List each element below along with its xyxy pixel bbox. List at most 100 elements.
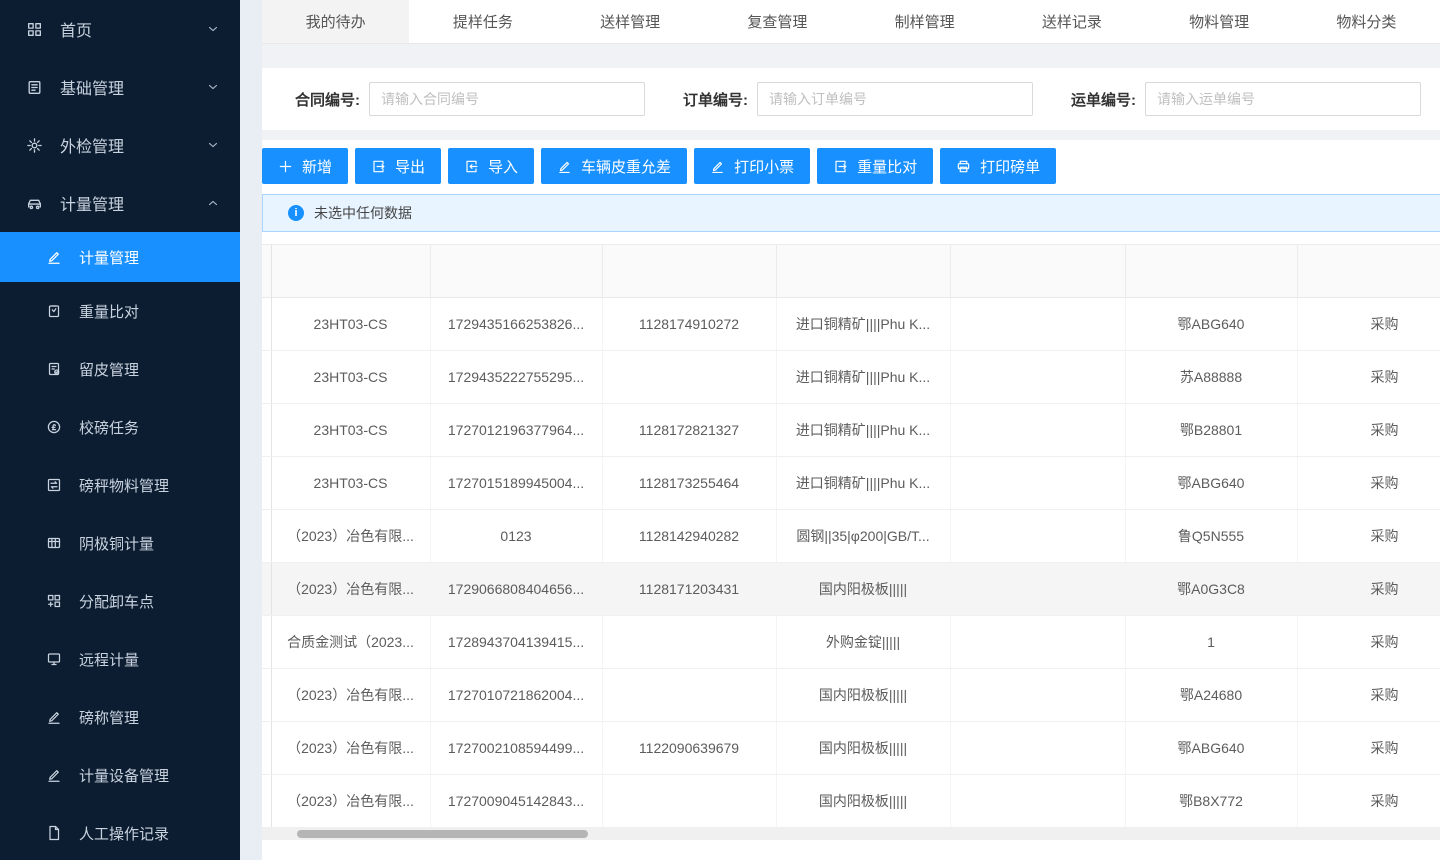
button-label: 打印小票 xyxy=(734,156,794,177)
table-row[interactable]: 合质金测试（2023... 1728943704139415... 外购金锭||… xyxy=(262,615,1440,668)
cell-order-type: 采购 xyxy=(1297,562,1440,615)
print-ticket-button[interactable]: 打印小票 xyxy=(694,148,810,184)
sidebar-item-external-inspection[interactable]: 外检管理 xyxy=(0,116,240,174)
pound-circle-icon xyxy=(46,419,62,435)
sidebar-item-metrology-management-sub[interactable]: 计量管理 xyxy=(0,232,240,282)
sidebar-item-scale-calibration-task[interactable]: 校磅任务 xyxy=(0,398,240,456)
sidebar-item-label: 校磅任务 xyxy=(79,417,220,438)
table-row[interactable]: （2023）冶色有限... 1727010721862004... 国内阳极板|… xyxy=(262,668,1440,721)
nav-tab-label: 送样管理 xyxy=(600,11,660,32)
horizontal-scrollbar-thumb[interactable] xyxy=(297,830,588,838)
sidebar-item-scale-material-management[interactable]: 磅秤物料管理 xyxy=(0,456,240,514)
cell-vehicle-no: 鄂ABG640 xyxy=(1125,721,1297,774)
clipped-column-stub xyxy=(262,615,271,668)
sidebar-item-manual-operation-record[interactable]: 人工操作记录 xyxy=(0,804,240,860)
sidebar-item-label: 计量管理 xyxy=(60,191,206,215)
waybill-no-label: 运单编号: xyxy=(1071,89,1136,110)
column-header[interactable] xyxy=(602,245,776,297)
table-row[interactable]: 23HT03-CS 1727012196377964... 1128172821… xyxy=(262,403,1440,456)
cell-spec xyxy=(950,668,1125,721)
table-row[interactable]: 23HT03-CS 1729435166253826... 1128174910… xyxy=(262,297,1440,350)
sidebar-item-unloading-point-assignment[interactable]: 分配卸车点 xyxy=(0,572,240,630)
column-header[interactable] xyxy=(1125,245,1297,297)
sidebar-item-tare-retention[interactable]: 留皮管理 xyxy=(0,340,240,398)
sidebar-item-scale-management[interactable]: 磅称管理 xyxy=(0,688,240,746)
cell-order-type: 采购 xyxy=(1297,721,1440,774)
contract-no-input[interactable] xyxy=(369,82,645,116)
cell-waybill-no: 1727012196377964... xyxy=(430,403,602,456)
sidebar-item-metrology-management[interactable]: 计量管理 xyxy=(0,174,240,232)
import-button[interactable]: 导入 xyxy=(448,148,534,184)
sidebar-item-label: 留皮管理 xyxy=(79,359,220,380)
add-button[interactable]: 新增 xyxy=(262,148,348,184)
cell-order-no: （2023）冶色有限... xyxy=(271,509,430,562)
info-icon: i xyxy=(288,205,304,221)
table-row[interactable]: （2023）冶色有限... 1727009045142843... 国内阳极板|… xyxy=(262,774,1440,827)
column-header[interactable] xyxy=(271,245,430,297)
clipped-column-stub xyxy=(262,774,271,827)
horizontal-scrollbar[interactable] xyxy=(262,828,1440,840)
column-header[interactable] xyxy=(430,245,602,297)
sidebar-item-basic-management[interactable]: 基础管理 xyxy=(0,58,240,116)
tab-sample-delivery-management[interactable]: 送样管理 xyxy=(557,0,704,43)
column-header[interactable] xyxy=(1297,245,1440,297)
contract-no-label: 合同编号: xyxy=(295,89,360,110)
tab-my-todo[interactable]: 我的待办 xyxy=(262,0,409,43)
document-check-icon xyxy=(46,361,62,377)
sidebar-item-cathode-copper-metrology[interactable]: 阴极铜计量 xyxy=(0,514,240,572)
tab-sampling-task[interactable]: 提样任务 xyxy=(409,0,556,43)
cell-waybill-no: 1729435166253826... xyxy=(430,297,602,350)
weight-compare-button[interactable]: 重量比对 xyxy=(817,148,933,184)
cell-order-type: 采购 xyxy=(1297,615,1440,668)
cell-waybill-no: 1729435222755295... xyxy=(430,350,602,403)
pen-icon xyxy=(46,709,62,725)
data-table-wrap: 23HT03-CS 1729435166253826... 1128174910… xyxy=(262,244,1440,828)
table-row[interactable]: （2023）冶色有限... 0123 1128142940282 圆钢||35|… xyxy=(262,509,1440,562)
clipped-column-stub xyxy=(262,668,271,721)
sidebar-menu: 首页 基础管理 外检管理 计量管理 计量管理 重量比对 留皮管理 校磅任务 磅秤… xyxy=(0,0,240,860)
cell-scale-sheet-no xyxy=(602,615,776,668)
pen-icon xyxy=(46,767,62,783)
cell-order-type: 采购 xyxy=(1297,403,1440,456)
cell-spec xyxy=(950,509,1125,562)
cell-vehicle-no: 鲁Q5N555 xyxy=(1125,509,1297,562)
table-row[interactable]: 23HT03-CS 1729435222755295... 进口铜精矿||||P… xyxy=(262,350,1440,403)
nav-tab-label: 提样任务 xyxy=(453,11,513,32)
sidebar-item-metrology-device-management[interactable]: 计量设备管理 xyxy=(0,746,240,804)
cell-vehicle-no: 鄂ABG640 xyxy=(1125,297,1297,350)
nav-tab-label: 物料分类 xyxy=(1336,11,1396,32)
sidebar-item-label: 计量管理 xyxy=(79,247,220,268)
vehicle-tare-tolerance-button[interactable]: 车辆皮重允差 xyxy=(541,148,687,184)
waybill-no-input[interactable] xyxy=(1145,82,1421,116)
cell-order-no: 23HT03-CS xyxy=(271,297,430,350)
cell-product-name: 圆钢||35|φ200|GB/T... xyxy=(776,509,950,562)
tab-sample-delivery-record[interactable]: 送样记录 xyxy=(998,0,1145,43)
tab-material-category[interactable]: 物料分类 xyxy=(1293,0,1440,43)
sidebar-item-weight-comparison[interactable]: 重量比对 xyxy=(0,282,240,340)
order-no-input[interactable] xyxy=(757,82,1033,116)
sidebar-item-remote-metrology[interactable]: 远程计量 xyxy=(0,630,240,688)
cell-product-name: 进口铜精矿||||Phu K... xyxy=(776,403,950,456)
print-scale-sheet-button[interactable]: 打印磅单 xyxy=(940,148,1056,184)
button-label: 车辆皮重允差 xyxy=(581,156,671,177)
grid-icon xyxy=(26,21,43,38)
sidebar-item-home[interactable]: 首页 xyxy=(0,0,240,58)
column-header[interactable] xyxy=(776,245,950,297)
cell-vehicle-no: 1 xyxy=(1125,615,1297,668)
export-button[interactable]: 导出 xyxy=(355,148,441,184)
clipped-column-stub xyxy=(262,721,271,774)
tab-review-management[interactable]: 复查管理 xyxy=(704,0,851,43)
table-row[interactable]: （2023）冶色有限... 1729066808404656... 112817… xyxy=(262,562,1440,615)
tab-material-management[interactable]: 物料管理 xyxy=(1146,0,1293,43)
clipped-column-stub xyxy=(262,245,271,297)
cell-vehicle-no: 鄂B8X772 xyxy=(1125,774,1297,827)
import-icon xyxy=(464,159,479,174)
table-row[interactable]: 23HT03-CS 1727015189945004... 1128173255… xyxy=(262,456,1440,509)
bottom-filler xyxy=(262,840,1440,860)
tab-sample-preparation-management[interactable]: 制样管理 xyxy=(851,0,998,43)
nav-tab-label: 制样管理 xyxy=(895,11,955,32)
cell-spec xyxy=(950,615,1125,668)
swap-icon xyxy=(46,477,62,493)
table-row[interactable]: （2023）冶色有限... 1727002108594499... 112209… xyxy=(262,721,1440,774)
column-header[interactable] xyxy=(950,245,1125,297)
